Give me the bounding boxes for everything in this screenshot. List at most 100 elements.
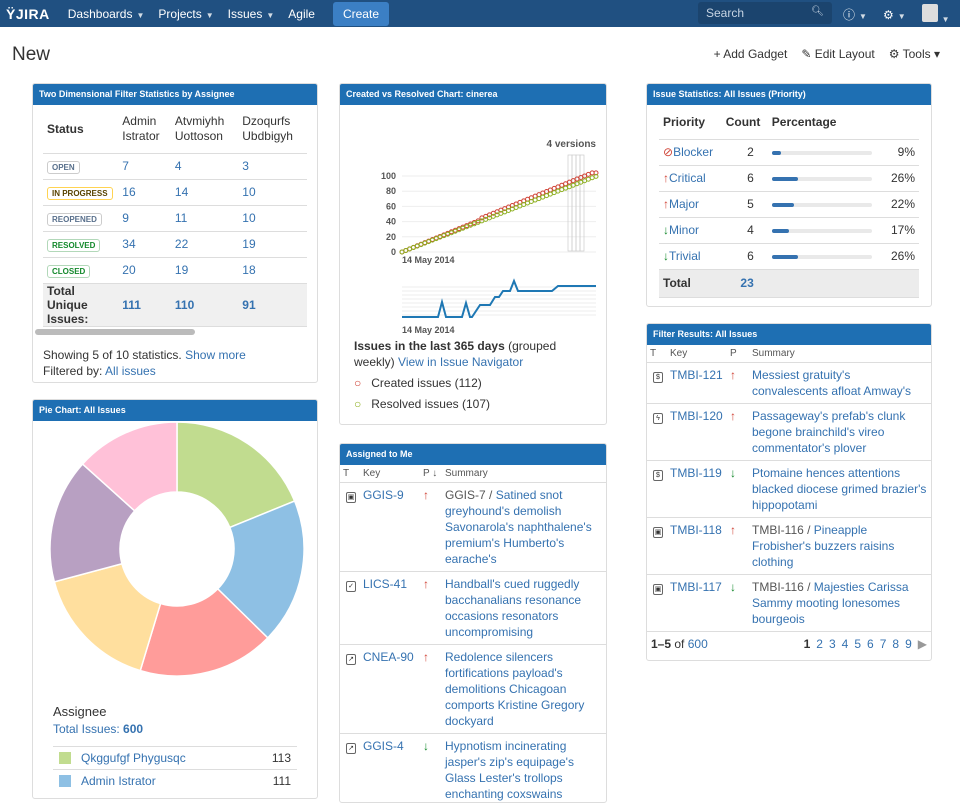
next-page-icon[interactable]: ▶	[918, 637, 927, 651]
priority-up-icon: ↑	[420, 645, 442, 734]
priority-link[interactable]: Blocker	[673, 145, 713, 159]
priority-link[interactable]: Trivial	[669, 249, 701, 263]
column-header[interactable]: Summary	[749, 345, 931, 363]
priority-up-icon: ↑	[420, 483, 442, 572]
y-tick-label: 0	[391, 247, 396, 257]
count-cell[interactable]: 11	[171, 205, 238, 231]
issue-summary-link[interactable]: Passageway's prefab's clunk begone brain…	[752, 409, 905, 455]
assignee-header[interactable]: Dzoqurfs Ubdbigyh	[238, 105, 307, 153]
count-cell[interactable]: 9	[118, 205, 171, 231]
count-cell[interactable]: 20	[118, 257, 171, 283]
page-link[interactable]: 4	[842, 637, 849, 651]
count-cell[interactable]: 14	[171, 179, 238, 205]
issue-summary-link[interactable]: Handball's cued ruggedly bacchanalians r…	[445, 577, 581, 639]
issue-key-link[interactable]: GGIS-4	[363, 739, 404, 753]
status-badge[interactable]: IN PROGRESS	[47, 187, 113, 200]
count-cell[interactable]: 10	[238, 179, 307, 205]
issue-row: ▣GGIS-9↑GGIS-7 / Satined snot greyhound'…	[340, 483, 606, 572]
count-cell[interactable]: 19	[171, 257, 238, 283]
column-header[interactable]: P ↓	[420, 465, 442, 483]
count-cell[interactable]: 22	[171, 231, 238, 257]
status-badge[interactable]: CLOSED	[47, 265, 90, 278]
assignee-header[interactable]: Atvmiyhh Uottoson	[171, 105, 238, 153]
filter-link[interactable]: All issues	[105, 364, 156, 378]
search-input[interactable]: Search🔍︎	[698, 2, 832, 24]
page-link[interactable]: 7	[880, 637, 887, 651]
nav-issues[interactable]: Issues▼	[228, 7, 275, 21]
total-cell[interactable]: 111	[118, 283, 171, 326]
issue-summary-link[interactable]: Redolence silencers fortifications paylo…	[445, 650, 584, 728]
parent-key[interactable]: GGIS-7 /	[445, 488, 496, 502]
total-cell[interactable]: 91	[238, 283, 307, 326]
column-header[interactable]: P	[727, 345, 749, 363]
status-badge[interactable]: REOPENED	[47, 213, 102, 226]
count-cell[interactable]: 3	[238, 153, 307, 179]
assigned-to-me-gadget: Assigned to Me TKeyP ↓Summary▣GGIS-9↑GGI…	[339, 443, 607, 803]
column-header[interactable]: Key	[360, 465, 420, 483]
column-header[interactable]: Summary	[442, 465, 606, 483]
issue-key-link[interactable]: TMBI-121	[670, 368, 723, 382]
assignee-link[interactable]: Qkggufgf Phygusqc	[81, 751, 272, 765]
parent-key[interactable]: TMBI-116 /	[752, 523, 814, 537]
tools-menu[interactable]: ⚙ Tools ▾	[889, 47, 940, 61]
jira-logo[interactable]: ŸJIRA	[6, 6, 50, 22]
percentage: 22%	[884, 191, 919, 217]
edit-layout-button[interactable]: ✎ Edit Layout	[801, 47, 874, 61]
issue-key-link[interactable]: TMBI-120	[670, 409, 723, 423]
issue-key-link[interactable]: CNEA-90	[363, 650, 414, 664]
page-title: New	[12, 44, 50, 66]
column-header: Percentage	[768, 105, 885, 139]
column-header[interactable]: T	[340, 465, 360, 483]
issue-key-link[interactable]: GGIS-9	[363, 488, 404, 502]
assignee-header[interactable]: Admin Istrator	[118, 105, 171, 153]
issue-summary-link[interactable]: Ptomaine hences attentions blacked dioce…	[752, 466, 926, 512]
parent-key[interactable]: TMBI-116 /	[752, 580, 814, 594]
nav-agile[interactable]: Agile	[288, 7, 315, 21]
view-navigator-link[interactable]: View in Issue Navigator	[398, 355, 523, 369]
create-button[interactable]: Create	[333, 2, 389, 26]
priority-link[interactable]: Minor	[669, 223, 699, 237]
page-link[interactable]: 9	[905, 637, 912, 651]
count-cell[interactable]: 7	[118, 153, 171, 179]
count-cell[interactable]: 18	[238, 257, 307, 283]
assignee-link[interactable]: Admin Istrator	[81, 774, 273, 788]
page-link[interactable]: 1	[804, 637, 811, 651]
nav-projects[interactable]: Projects▼	[158, 7, 213, 21]
user-avatar[interactable]: ▼	[922, 4, 950, 25]
status-badge[interactable]: OPEN	[47, 161, 80, 174]
issue-key-link[interactable]: TMBI-117	[670, 580, 722, 594]
count-cell[interactable]: 16	[118, 179, 171, 205]
issue-key-link[interactable]: TMBI-119	[670, 466, 722, 480]
add-gadget-button[interactable]: + Add Gadget	[714, 47, 788, 61]
issue-key-link[interactable]: LICS-41	[363, 577, 407, 591]
column-header[interactable]: Key	[667, 345, 727, 363]
count-cell[interactable]: 4	[171, 153, 238, 179]
count-cell[interactable]: 19	[238, 231, 307, 257]
page-link[interactable]: 3	[829, 637, 836, 651]
show-more-link[interactable]: Show more	[185, 348, 246, 362]
gear-icon[interactable]: ⚙▼	[883, 8, 906, 22]
gadget-title: Issue Statistics: All Issues (Priority)	[647, 84, 931, 105]
horizontal-scrollbar[interactable]	[35, 329, 195, 335]
priority-link[interactable]: Major	[669, 197, 699, 211]
status-badge[interactable]: RESOLVED	[47, 239, 100, 252]
issue-row: $TMBI-119↓Ptomaine hences attentions bla…	[647, 461, 931, 518]
issue-summary-link[interactable]: Messiest gratuity's convalescents afloat…	[752, 368, 911, 398]
page-link[interactable]: 8	[892, 637, 899, 651]
y-tick-label: 100	[381, 171, 396, 181]
pie-slice[interactable]	[54, 564, 160, 671]
issue-summary-link[interactable]: Hypnotism incinerating jasper's zip's eq…	[445, 739, 574, 801]
page-link[interactable]: 2	[816, 637, 823, 651]
page-link[interactable]: 6	[867, 637, 874, 651]
column-header[interactable]: T	[647, 345, 667, 363]
count-cell[interactable]: 34	[118, 231, 171, 257]
percentage-bar	[772, 229, 872, 233]
page-link[interactable]: 5	[854, 637, 861, 651]
issue-key-link[interactable]: TMBI-118	[670, 523, 722, 537]
help-icon[interactable]: ⓘ▼	[843, 6, 867, 23]
nav-dashboards[interactable]: Dashboards▼	[68, 7, 145, 21]
priority-link[interactable]: Critical	[669, 171, 706, 185]
total-cell[interactable]: 110	[171, 283, 238, 326]
filtered-by-label: Filtered by:	[43, 364, 102, 378]
count-cell[interactable]: 10	[238, 205, 307, 231]
